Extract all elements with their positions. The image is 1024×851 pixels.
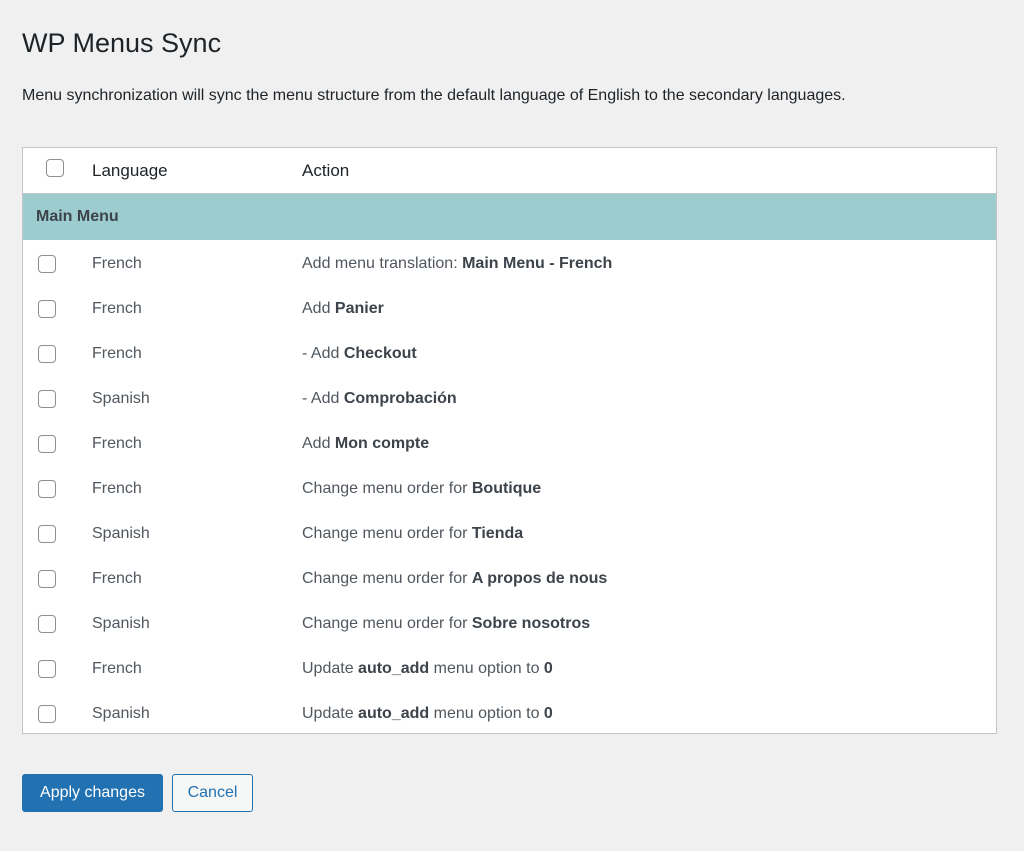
row-language: French: [92, 300, 142, 317]
row-language: Spanish: [92, 615, 150, 632]
row-action-text: menu option to: [429, 705, 544, 722]
row-language: French: [92, 480, 142, 497]
page-description: Menu synchronization will sync the menu …: [22, 87, 846, 104]
row-action: Add Mon compte: [302, 434, 429, 454]
cancel-button[interactable]: Cancel: [172, 774, 253, 812]
row-action-target: Mon compte: [334, 435, 430, 452]
column-header-language: Language: [92, 161, 168, 180]
row-action-text: Change menu order for: [302, 615, 472, 632]
row-action-value: 0: [543, 660, 553, 677]
row-action-target: auto_add: [358, 705, 430, 722]
row-action: Change menu order for Tienda: [302, 524, 523, 544]
row-checkbox[interactable]: [38, 705, 56, 723]
row-checkbox[interactable]: [38, 300, 56, 318]
row-action: Change menu order for A propos de nous: [302, 569, 607, 589]
row-checkbox[interactable]: [38, 525, 56, 543]
row-action-text: Change menu order for: [302, 525, 472, 542]
row-checkbox[interactable]: [38, 480, 56, 498]
row-action-text: Change menu order for: [302, 480, 472, 497]
row-action-text: Change menu order for: [302, 570, 472, 587]
page: WP Menus Sync Menu synchronization will …: [0, 0, 1024, 851]
row-action-value: 0: [543, 705, 553, 722]
row-language: Spanish: [92, 705, 150, 722]
table-row: French Change menu order for A propos de …: [23, 555, 996, 600]
row-action: Add menu translation: Main Menu - French: [302, 254, 612, 274]
row-action-target: Boutique: [471, 480, 542, 497]
row-action: Change menu order for Sobre nosotros: [302, 614, 590, 634]
row-action: - Add Checkout: [302, 344, 417, 364]
row-checkbox[interactable]: [38, 435, 56, 453]
row-action-text: Add menu translation:: [302, 255, 463, 272]
row-checkbox[interactable]: [38, 570, 56, 588]
row-checkbox[interactable]: [38, 660, 56, 678]
row-action: Update auto_add menu option to 0: [302, 704, 553, 724]
table-row: Spanish Update auto_add menu option to 0: [23, 690, 996, 735]
table-row: French - Add Checkout: [23, 330, 996, 375]
row-checkbox[interactable]: [38, 345, 56, 363]
group-row-main-menu: Main Menu: [23, 194, 996, 240]
row-action-text: menu option to: [429, 660, 544, 677]
sync-table: Language Action Main Menu French Add menu…: [22, 147, 997, 734]
row-action-text: Update: [302, 705, 359, 722]
page-title: WP Menus Sync: [22, 28, 222, 58]
row-language: French: [92, 435, 142, 452]
row-action-target: Checkout: [343, 345, 417, 362]
row-language: French: [92, 570, 142, 587]
row-checkbox[interactable]: [38, 390, 56, 408]
row-action-target: Sobre nosotros: [471, 615, 591, 632]
table-row: Spanish Change menu order for Sobre nosot…: [23, 600, 996, 645]
row-action-target: Tienda: [471, 525, 524, 542]
row-language: French: [92, 255, 142, 272]
row-language: Spanish: [92, 525, 150, 542]
row-action: Update auto_add menu option to 0: [302, 659, 553, 679]
row-action-target: Comprobación: [343, 390, 457, 407]
table-row: French Update auto_add menu option to 0: [23, 645, 996, 690]
row-action-text: - Add: [302, 390, 344, 407]
table-row: Spanish Change menu order for Tienda: [23, 510, 996, 555]
row-action-target: A propos de nous: [471, 570, 608, 587]
row-action: Change menu order for Boutique: [302, 479, 541, 499]
row-action-text: - Add: [302, 345, 344, 362]
row-language: French: [92, 345, 142, 362]
row-action-target: Main Menu - French: [462, 255, 613, 272]
row-language: French: [92, 660, 142, 677]
select-all-checkbox[interactable]: [46, 159, 64, 177]
group-label: Main Menu: [36, 208, 119, 225]
table-body: French Add menu translation: Main Menu - …: [23, 240, 996, 735]
row-checkbox[interactable]: [38, 255, 56, 273]
row-action-text: Add: [302, 300, 335, 317]
table-row: French Add Mon compte: [23, 420, 996, 465]
row-action: - Add Comprobación: [302, 389, 457, 409]
column-header-action: Action: [302, 161, 350, 180]
row-action-target: Panier: [334, 300, 384, 317]
row-checkbox[interactable]: [38, 615, 56, 633]
row-language: Spanish: [92, 390, 150, 407]
table-row: French Change menu order for Boutique: [23, 465, 996, 510]
table-row: French Add menu translation: Main Menu - …: [23, 240, 996, 285]
apply-changes-button[interactable]: Apply changes: [22, 774, 163, 812]
table-header: Language Action: [23, 148, 996, 194]
row-action-text: Update: [302, 660, 359, 677]
row-action-target: auto_add: [358, 660, 430, 677]
table-row: Spanish - Add Comprobación: [23, 375, 996, 420]
row-action: Add Panier: [302, 299, 384, 319]
table-row: French Add Panier: [23, 285, 996, 330]
row-action-text: Add: [302, 435, 335, 452]
